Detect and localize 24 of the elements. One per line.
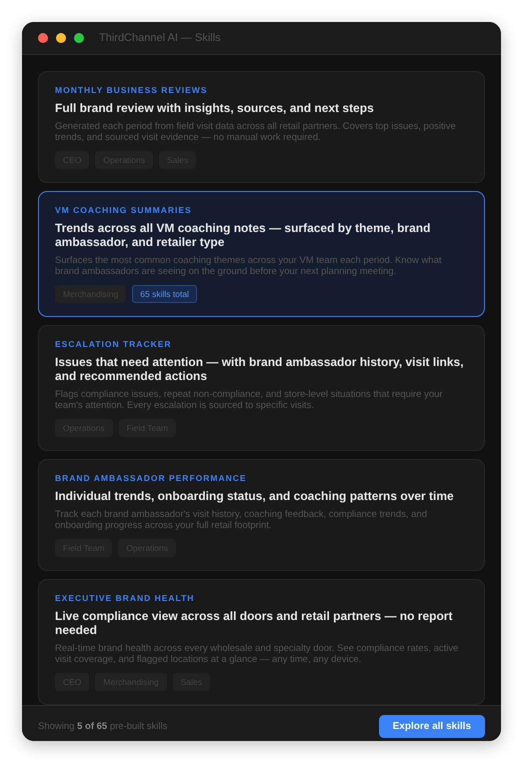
explore-button[interactable]: Explore all skills — [378, 715, 485, 738]
skill-category: MONTHLY BUSINESS REVIEWS — [55, 85, 208, 95]
count-badge: 65 skills total — [132, 285, 197, 303]
skill-description: Track each brand ambassador's visit history, coaching feedback, compliance trends, and onboarding progress across your full retail footprint. — [55, 509, 428, 531]
skill-description: Generated each period from field visit data across all retail partners. Covers top issues, positive trends, and sourced visit evidence — no manual work required. — [55, 121, 457, 143]
skill-card[interactable] — [38, 191, 485, 317]
skill-description: Flags compliance issues, repeat non-compliance, and store-level situations that require your team's attention. Every escalation is sourced to specific visits. — [55, 389, 444, 411]
skill-category: EXECUTIVE BRAND HEALTH — [55, 593, 196, 603]
maximize-icon[interactable] — [74, 33, 84, 43]
skill-category: BRAND AMBASSADOR PERFORMANCE — [55, 473, 248, 483]
skill-title: Trends across all VM coaching notes — surfaced by theme, brand ambassador, and retailer type — [55, 221, 432, 249]
skill-card[interactable] — [38, 579, 485, 705]
skill-title: Issues that need attention — with brand ambassador history, visit links, and recommended actions — [55, 355, 465, 383]
window-title: ThirdChannel AI — Skills — [99, 32, 221, 44]
skill-description: Real-time brand health across every wholesale and specialty door. See compliance rates, active visit coverage, and flagged locations at a glance — any time, any device. — [55, 643, 460, 665]
skill-category: VM COACHING SUMMARIES — [55, 205, 193, 215]
summary-text: Showing 5 of 65 pre-built skills — [38, 721, 168, 732]
skill-title: Live compliance view across all doors and retail partners — no report needed — [55, 609, 454, 637]
skill-title: Individual trends, onboarding status, and coaching patterns over time — [55, 489, 455, 503]
close-icon[interactable] — [38, 33, 48, 43]
skill-title: Full brand review with insights, sources, and next steps — [55, 101, 375, 115]
skill-category: ESCALATION TRACKER — [55, 339, 173, 349]
minimize-icon[interactable] — [56, 33, 66, 43]
skill-description: Surfaces the most common coaching themes across your VM team each period. Know what brand ambassadors are seeing on the ground before your next planning meeting. — [55, 255, 443, 277]
